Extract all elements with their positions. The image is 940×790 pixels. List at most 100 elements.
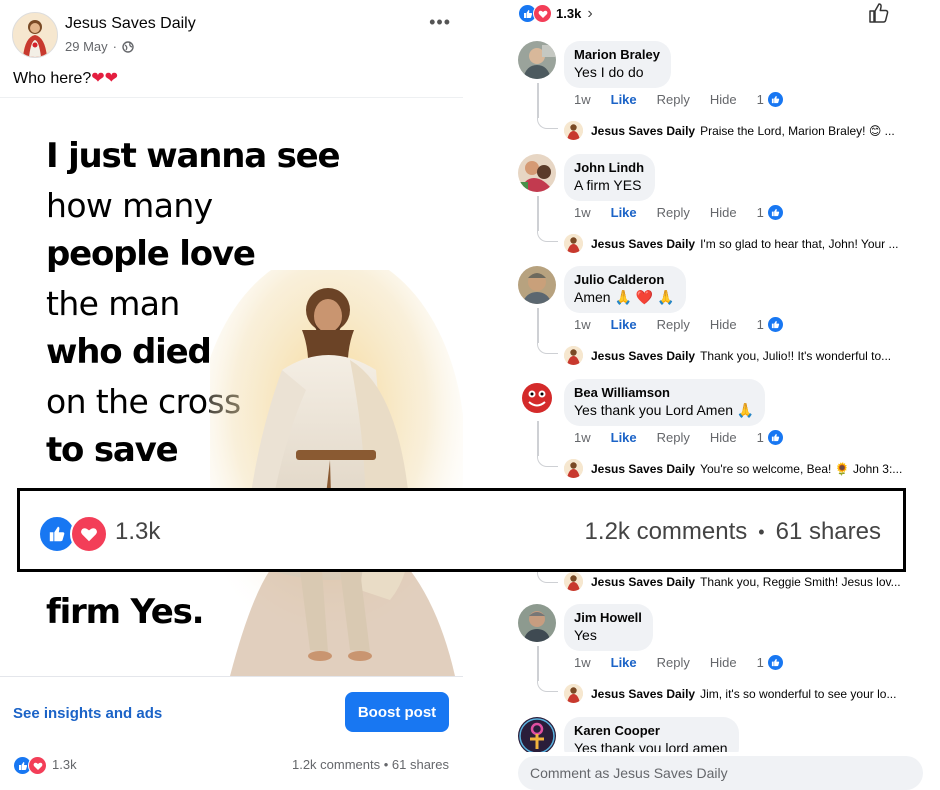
comment-input[interactable]: Comment as Jesus Saves Daily bbox=[518, 756, 923, 790]
comment-like-button[interactable]: Like bbox=[611, 92, 637, 107]
see-insights-link[interactable]: See insights and ads bbox=[13, 705, 162, 722]
reaction-icons bbox=[518, 4, 552, 23]
comment-bubble: Marion Braley Yes I do do bbox=[564, 41, 671, 88]
comment-actions: 1w Like Reply Hide 1 bbox=[574, 655, 803, 670]
reaction-count[interactable]: 1.3k bbox=[52, 757, 77, 772]
commenter-name[interactable]: John Lindh bbox=[574, 159, 644, 176]
image-final-line: firm Yes. bbox=[46, 592, 205, 632]
comment-hide-button[interactable]: Hide bbox=[710, 317, 737, 332]
reply-preview[interactable]: Jesus Saves Daily I'm so glad to hear th… bbox=[564, 234, 899, 253]
globe-icon bbox=[122, 40, 134, 53]
comment-hide-button[interactable]: Hide bbox=[710, 655, 737, 670]
shares-count[interactable]: 61 shares bbox=[776, 518, 881, 546]
comment-time[interactable]: 1w bbox=[574, 655, 591, 670]
comment-reply-button[interactable]: Reply bbox=[657, 430, 690, 445]
post-date[interactable]: 29 May bbox=[65, 39, 108, 54]
like-outline-icon[interactable] bbox=[868, 2, 890, 29]
comment-time[interactable]: 1w bbox=[574, 92, 591, 107]
comments-shares-count[interactable]: 1.2k comments • 61 shares bbox=[292, 757, 449, 772]
love-reaction-icon bbox=[533, 4, 552, 23]
reply-avatar bbox=[564, 572, 583, 591]
comment-text: Yes thank you lord amen bbox=[574, 740, 728, 753]
comment-hide-button[interactable]: Hide bbox=[710, 430, 737, 445]
more-horizontal-icon[interactable]: ••• bbox=[429, 12, 451, 33]
caption-text: Who here? bbox=[13, 70, 92, 87]
commenter-avatar[interactable] bbox=[518, 154, 556, 192]
page-name[interactable]: Jesus Saves Daily bbox=[65, 15, 196, 33]
comment-like-button[interactable]: Like bbox=[611, 430, 637, 445]
comment-text: Yes thank you Lord Amen 🙏 bbox=[574, 402, 755, 418]
reply-preview[interactable]: Jesus Saves Daily Praise the Lord, Mario… bbox=[564, 121, 895, 140]
thread-elbow bbox=[537, 231, 558, 242]
reply-author[interactable]: Jesus Saves Daily bbox=[591, 124, 695, 138]
reply-author[interactable]: Jesus Saves Daily bbox=[591, 575, 695, 589]
comment-reply-button[interactable]: Reply bbox=[657, 92, 690, 107]
comment-time[interactable]: 1w bbox=[574, 430, 591, 445]
like-badge-icon bbox=[767, 317, 783, 332]
comment-item: Karen Cooper Yes thank you lord amen bbox=[518, 717, 918, 753]
commenter-avatar[interactable] bbox=[518, 266, 556, 304]
comment-reaction-count[interactable]: 1 bbox=[757, 430, 764, 445]
comment-hide-button[interactable]: Hide bbox=[710, 205, 737, 220]
reactions-summary[interactable]: 1.3k › bbox=[518, 4, 593, 23]
thread-line bbox=[537, 83, 539, 118]
commenter-name[interactable]: Bea Williamson bbox=[574, 384, 754, 401]
comment-item: Jim Howell Yes 1w Like Reply Hide 1 Jesu… bbox=[518, 604, 918, 704]
comment-time[interactable]: 1w bbox=[574, 205, 591, 220]
comments-count[interactable]: 1.2k comments bbox=[585, 518, 748, 546]
comment-bubble: John Lindh A firm YES bbox=[564, 154, 656, 201]
comment-hide-button[interactable]: Hide bbox=[710, 92, 737, 107]
comment-reaction-count[interactable]: 1 bbox=[757, 655, 764, 670]
reply-preview[interactable]: Jesus Saves Daily Jim, it's so wonderful… bbox=[564, 684, 896, 703]
comment-like-button[interactable]: Like bbox=[611, 317, 637, 332]
comment-reply-button[interactable]: Reply bbox=[657, 655, 690, 670]
reply-author[interactable]: Jesus Saves Daily bbox=[591, 687, 695, 701]
thread-line bbox=[537, 308, 539, 343]
post-panel: Jesus Saves Daily 29 May · ••• Who here?… bbox=[0, 0, 463, 788]
commenter-name[interactable]: Julio Calderon bbox=[574, 271, 675, 288]
reply-preview[interactable]: Jesus Saves Daily Thank you, Julio!! It'… bbox=[564, 346, 891, 365]
post-header: Jesus Saves Daily 29 May · ••• bbox=[12, 10, 457, 60]
commenter-avatar[interactable] bbox=[518, 604, 556, 642]
like-badge-icon bbox=[767, 430, 783, 445]
reply-avatar bbox=[564, 459, 583, 478]
comment-bubble: Bea Williamson Yes thank you Lord Amen 🙏 bbox=[564, 379, 766, 426]
commenter-avatar[interactable] bbox=[518, 379, 556, 417]
reply-preview[interactable]: Jesus Saves Daily Thank you, Reggie Smit… bbox=[564, 572, 901, 591]
post-stats: 1.3k 1.2k comments • 61 shares bbox=[0, 750, 463, 780]
comment-reply-button[interactable]: Reply bbox=[657, 205, 690, 220]
love-reaction-icon bbox=[28, 756, 47, 775]
thread-elbow bbox=[537, 456, 558, 467]
comment-like-button[interactable]: Like bbox=[611, 655, 637, 670]
comment-reaction-count[interactable]: 1 bbox=[757, 317, 764, 332]
boost-post-button[interactable]: Boost post bbox=[345, 692, 449, 732]
reply-author[interactable]: Jesus Saves Daily bbox=[591, 237, 695, 251]
comment-text: Amen 🙏 ❤️ 🙏 bbox=[574, 289, 675, 305]
reaction-count[interactable]: 1.3k bbox=[115, 518, 160, 546]
reaction-icons[interactable] bbox=[13, 756, 47, 775]
commenter-avatar[interactable] bbox=[518, 717, 556, 753]
reaction-icons[interactable] bbox=[38, 515, 108, 553]
commenter-name[interactable]: Jim Howell bbox=[574, 609, 642, 626]
reply-preview[interactable]: Jesus Saves Daily You're so welcome, Bea… bbox=[564, 459, 902, 478]
comments-panel: 1.3k › Marion Braley Yes I do do 1w Like… bbox=[463, 0, 940, 790]
post-image[interactable]: I just wanna see how many people love th… bbox=[0, 100, 463, 676]
commenter-name[interactable]: Marion Braley bbox=[574, 46, 660, 63]
comment-time[interactable]: 1w bbox=[574, 317, 591, 332]
reply-text: Thank you, Julio!! It's wonderful to... bbox=[700, 348, 892, 363]
comment-reaction-count[interactable]: 1 bbox=[757, 92, 764, 107]
reply-text: Thank you, Reggie Smith! Jesus lov... bbox=[700, 574, 901, 589]
commenter-avatar[interactable] bbox=[518, 41, 556, 79]
separator-dot: • bbox=[758, 521, 765, 542]
comment-bubble: Jim Howell Yes bbox=[564, 604, 653, 651]
page-avatar[interactable] bbox=[12, 12, 58, 58]
reply-author[interactable]: Jesus Saves Daily bbox=[591, 462, 695, 476]
comment-reaction-count[interactable]: 1 bbox=[757, 205, 764, 220]
divider bbox=[0, 97, 463, 98]
chevron-right-icon: › bbox=[587, 4, 593, 22]
commenter-name[interactable]: Karen Cooper bbox=[574, 722, 728, 739]
jesus-illustration bbox=[210, 270, 463, 676]
comment-like-button[interactable]: Like bbox=[611, 205, 637, 220]
reply-author[interactable]: Jesus Saves Daily bbox=[591, 349, 695, 363]
comment-reply-button[interactable]: Reply bbox=[657, 317, 690, 332]
